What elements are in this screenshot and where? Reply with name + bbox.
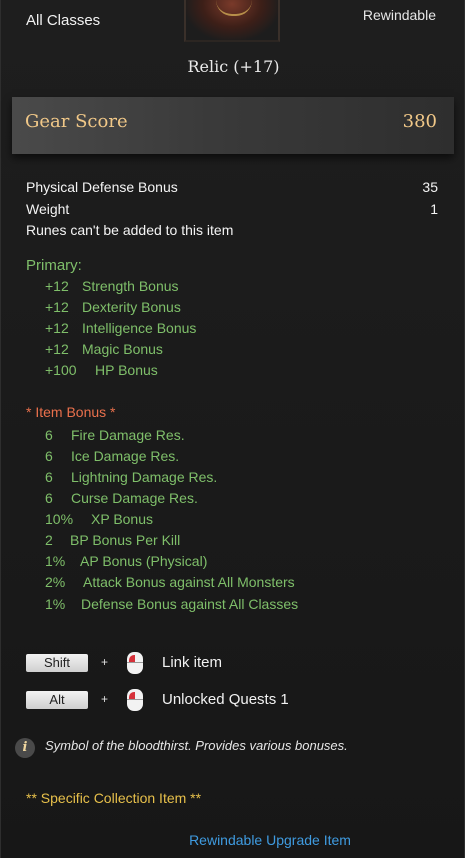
bonus-label: BP Bonus Per Kill [70,532,181,548]
alt-key: Alt [26,691,88,709]
item-bonus: 1% AP Bonus (Physical) [45,553,207,569]
gear-score-value: 380 [402,111,437,132]
primary-bonus: +12 Intelligence Bonus [45,320,196,336]
bonus-value: 1% [45,553,66,569]
item-tooltip: All Classes Rewindable Relic (+17) Gear … [0,0,465,858]
bonus-label: XP Bonus [91,511,154,527]
bonus-value: 1% [45,596,66,612]
bonus-value: +12 [45,278,69,294]
action-label: Link item [162,654,223,671]
shift-key: Shift [26,654,88,672]
bonus-label: Dexterity Bonus [82,299,181,315]
primary-bonus: +12 Strength Bonus [45,278,179,294]
action-label: Unlocked Quests 1 [162,691,289,708]
stat-label: Weight [26,201,70,217]
rewindable-tag: Rewindable [362,7,436,23]
item-name: Relic (+17) [187,57,280,76]
item-bonus: 6 Ice Damage Res. [45,448,179,464]
plus-sign: + [101,692,109,706]
class-restriction: All Classes [26,12,101,29]
primary-bonus: +12 Dexterity Bonus [45,299,181,315]
gear-score-label: Gear Score [25,111,128,132]
bonus-label: Magic Bonus [82,341,163,357]
bonus-value: 2 [45,532,53,548]
primary-bonus: +100 HP Bonus [45,362,158,378]
collection-tag: ** Specific Collection Item ** [26,790,202,806]
item-bonus: 2 BP Bonus Per Kill [45,532,180,548]
stat-value: 35 [422,179,438,195]
plus-sign: + [101,655,109,669]
bonus-label: Curse Damage Res. [71,490,198,506]
bonus-value: 6 [45,469,53,485]
stat-value: 1 [430,201,438,217]
bonus-value: 6 [45,490,53,506]
item-bonus: 6 Lightning Damage Res. [45,469,217,485]
stat-physical-defense: Physical Defense Bonus 35 [26,179,438,195]
bonus-label: Strength Bonus [82,278,179,294]
bonus-value: 2% [45,574,66,590]
primary-bonus: +12 Magic Bonus [45,341,163,357]
bonus-label: AP Bonus (Physical) [80,553,208,569]
bonus-value: 10% [45,511,74,527]
bonus-label: Intelligence Bonus [82,320,197,336]
bonus-value: +12 [45,341,69,357]
primary-title: Primary: [26,257,82,274]
bonus-value: +100 [45,362,77,378]
item-bonus: 2% Attack Bonus against All Monsters [45,574,295,590]
stat-weight: Weight 1 [26,201,438,217]
relic-item-icon [184,0,280,42]
mouse-right-click-icon [127,652,143,674]
info-icon: i [15,738,35,758]
upgrade-footer: Rewindable Upgrade Item [189,832,351,848]
bonus-value: 6 [45,427,53,443]
bonus-label: HP Bonus [95,362,158,378]
bonus-label: Fire Damage Res. [71,427,185,443]
item-bonus: 6 Curse Damage Res. [45,490,198,506]
item-bonus-title: * Item Bonus * [26,404,116,420]
mouse-right-click-icon [127,689,143,711]
item-bonus: 1% Defense Bonus against All Classes [45,596,298,612]
bonus-label: Attack Bonus against All Monsters [83,574,295,590]
bonus-value: +12 [45,320,69,336]
item-bonus: 10% XP Bonus [45,511,153,527]
bonus-value: 6 [45,448,53,464]
item-description: Symbol of the bloodthirst. Provides vari… [45,738,348,753]
gear-score-panel: Gear Score 380 [12,97,454,154]
bonus-value: +12 [45,299,69,315]
bonus-label: Lightning Damage Res. [71,469,218,485]
bonus-label: Ice Damage Res. [71,448,180,464]
stat-label: Physical Defense Bonus [26,179,178,195]
item-bonus: 6 Fire Damage Res. [45,427,185,443]
bonus-label: Defense Bonus against All Classes [81,596,299,612]
runes-note: Runes can't be added to this item [26,222,234,238]
